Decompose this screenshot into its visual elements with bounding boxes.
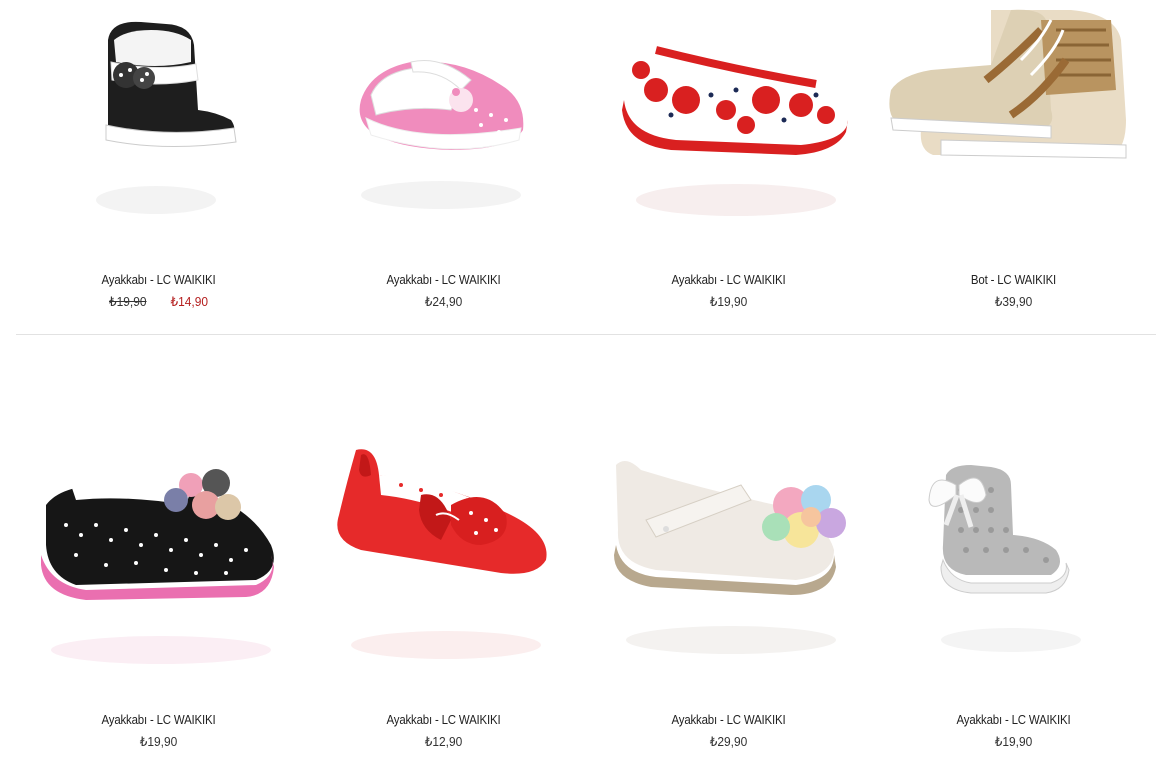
product-image[interactable]: [301, 445, 586, 695]
product-name[interactable]: Ayakkabı - LC WAIKIKI: [33, 272, 284, 287]
old-price: ₺19,90: [108, 294, 147, 309]
product-image[interactable]: [586, 0, 871, 250]
product-price: ₺19,90: [882, 734, 1144, 750]
product-price-value: ₺19,90: [139, 734, 178, 749]
product-image[interactable]: [301, 0, 586, 250]
product-name[interactable]: Bot - LC WAIKIKI: [888, 272, 1139, 287]
product-price: ₺24,90: [312, 294, 574, 310]
product-price: ₺29,90: [597, 734, 859, 750]
product-image[interactable]: [871, 445, 1156, 695]
product-image[interactable]: [586, 445, 871, 695]
product-price-value: ₺39,90: [994, 294, 1033, 309]
product-name[interactable]: Ayakkabı - LC WAIKIKI: [603, 272, 854, 287]
product-price-value: ₺12,90: [424, 734, 463, 749]
product-image[interactable]: [871, 0, 1156, 250]
product-name[interactable]: Ayakkabı - LC WAIKIKI: [33, 712, 284, 727]
product-price: ₺19,90 ₺14,90: [27, 294, 289, 310]
product-price-value: ₺19,90: [709, 294, 748, 309]
product-name[interactable]: Ayakkabı - LC WAIKIKI: [318, 712, 569, 727]
product-name[interactable]: Ayakkabı - LC WAIKIKI: [888, 712, 1139, 727]
product-image[interactable]: [16, 445, 301, 695]
product-price: ₺19,90: [597, 294, 859, 310]
product-name[interactable]: Ayakkabı - LC WAIKIKI: [603, 712, 854, 727]
product-price-value: ₺29,90: [709, 734, 748, 749]
product-price: ₺19,90: [27, 734, 289, 750]
product-price-value: ₺24,90: [424, 294, 463, 309]
row-separator: [16, 334, 1156, 335]
product-price-value: ₺19,90: [994, 734, 1033, 749]
product-name[interactable]: Ayakkabı - LC WAIKIKI: [318, 272, 569, 287]
product-price: ₺39,90: [882, 294, 1144, 310]
product-price: ₺12,90: [312, 734, 574, 750]
product-image[interactable]: [16, 0, 301, 250]
sale-price: ₺14,90: [170, 294, 209, 309]
